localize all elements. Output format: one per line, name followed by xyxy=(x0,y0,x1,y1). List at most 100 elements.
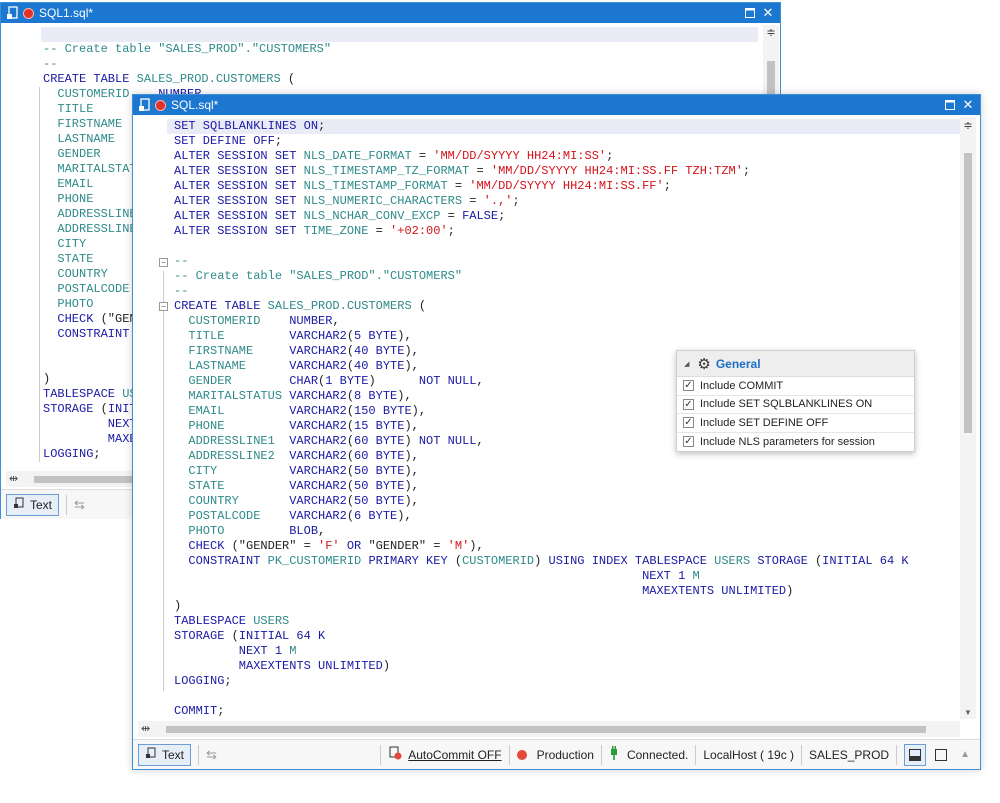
code-line[interactable]: PHOTO BLOB, xyxy=(174,524,954,539)
text-view-label: Text xyxy=(162,747,185,762)
split-icon[interactable]: ≑ xyxy=(963,121,973,132)
checkbox[interactable]: ✓ xyxy=(683,380,694,392)
front-vertical-scrollbar[interactable]: ≑ ▼ xyxy=(960,117,976,719)
code-line[interactable]: ALTER SESSION SET NLS_TIMESTAMP_TZ_FORMA… xyxy=(174,164,954,179)
code-line[interactable]: CUSTOMERID NUMBER, xyxy=(174,314,954,329)
code-line[interactable]: TABLESPACE USERS xyxy=(174,614,954,629)
autocommit-toggle[interactable]: AutoCommit OFF xyxy=(388,746,502,763)
code-token: ( xyxy=(100,402,108,416)
code-line[interactable]: STATE VARCHAR2(50 BYTE), xyxy=(174,479,954,494)
environment-indicator[interactable]: Production xyxy=(516,748,594,762)
code-token: '.,' xyxy=(483,194,513,208)
code-line[interactable]: TITLE VARCHAR2(5 BYTE), xyxy=(174,329,954,344)
fold-toggle-icon[interactable]: − xyxy=(159,258,168,267)
panel-layout-button[interactable] xyxy=(904,743,927,766)
code-token: POSTALCODE xyxy=(43,282,130,296)
code-token: ; xyxy=(93,447,101,461)
window-layout-button[interactable] xyxy=(930,744,952,766)
scroll-thumb[interactable] xyxy=(166,726,926,733)
code-line[interactable]: ALTER SESSION SET TIME_ZONE = '+02:00'; xyxy=(174,224,954,239)
close-icon[interactable]: ✕ xyxy=(960,97,976,113)
code-token: , xyxy=(476,434,484,448)
close-icon[interactable]: ✕ xyxy=(760,5,776,21)
code-line[interactable]: MAXEXTENTS UNLIMITED) xyxy=(174,584,954,599)
code-line[interactable]: NEXT 1 M xyxy=(174,569,954,584)
code-line[interactable]: SET SQLBLANKLINES ON; xyxy=(174,119,954,134)
scroll-thumb[interactable] xyxy=(34,476,134,483)
back-horizontal-scrollbar[interactable]: ⇹ xyxy=(6,471,134,487)
option-include-define-off[interactable]: ✓ Include SET DEFINE OFF xyxy=(677,414,914,433)
code-line[interactable] xyxy=(174,689,954,704)
code-line[interactable]: CONSTRAINT PK_CUSTOMERID PRIMARY KEY (CU… xyxy=(174,554,954,569)
code-line[interactable]: NEXT 1 M xyxy=(174,644,954,659)
checkbox[interactable]: ✓ xyxy=(683,417,694,429)
code-line[interactable]: ) xyxy=(174,599,954,614)
fold-toggle-icon[interactable]: − xyxy=(159,302,168,311)
text-view-button[interactable]: Text xyxy=(6,493,60,516)
code-line[interactable]: CREATE TABLE SALES_PROD.CUSTOMERS ( xyxy=(43,72,758,87)
code-token: MAXEXTENTS UNLIMITED xyxy=(174,659,383,673)
code-line[interactable]: ALTER SESSION SET NLS_TIMESTAMP_FORMAT =… xyxy=(174,179,954,194)
code-token: ( xyxy=(346,434,355,448)
checkbox[interactable]: ✓ xyxy=(683,398,694,410)
code-line[interactable]: POSTALCODE VARCHAR2(6 BYTE), xyxy=(174,509,954,524)
option-include-nls[interactable]: ✓ Include NLS parameters for session xyxy=(677,433,914,452)
front-horizontal-scrollbar[interactable]: ⇹ xyxy=(138,721,960,737)
code-line[interactable]: -- Create table "SALES_PROD"."CUSTOMERS" xyxy=(174,269,954,284)
code-token: 8 BYTE xyxy=(354,389,398,403)
code-line[interactable]: ALTER SESSION SET NLS_NCHAR_CONV_EXCP = … xyxy=(174,209,954,224)
swap-icon[interactable]: ⇆ xyxy=(74,497,85,513)
code-token: '+02:00' xyxy=(390,224,448,238)
code-line[interactable]: -- Create table "SALES_PROD"."CUSTOMERS" xyxy=(43,42,758,57)
code-line[interactable]: CREATE TABLE SALES_PROD.CUSTOMERS ( xyxy=(174,299,954,314)
code-line[interactable]: -- xyxy=(174,284,954,299)
code-line[interactable]: ALTER SESSION SET NLS_NUMERIC_CHARACTERS… xyxy=(174,194,954,209)
code-line[interactable]: ALTER SESSION SET NLS_DATE_FORMAT = 'MM/… xyxy=(174,149,954,164)
collapse-triangle-icon[interactable]: ◢ xyxy=(684,360,689,368)
collapse-up-icon[interactable]: ▲ xyxy=(960,749,970,760)
code-line[interactable]: COMMIT; xyxy=(174,704,954,719)
code-line[interactable]: -- xyxy=(43,57,758,72)
code-line[interactable]: STORAGE (INITIAL 64 K xyxy=(174,629,954,644)
production-dot-icon xyxy=(516,749,527,760)
server-host[interactable]: LocalHost ( 19c ) xyxy=(703,748,794,762)
option-include-commit[interactable]: ✓ Include COMMIT xyxy=(677,377,914,396)
back-window-titlebar[interactable]: SQL1.sql* ✕ xyxy=(1,3,780,23)
code-line[interactable]: CHECK ("GENDER" = 'F' OR "GENDER" = 'M')… xyxy=(174,539,954,554)
swap-icon[interactable]: ⇆ xyxy=(206,747,217,763)
connection-status[interactable]: Connected. xyxy=(609,746,688,763)
code-token: 'MM/DD/SYYYY HH24:MI:SS.FF' xyxy=(469,179,664,193)
split-icon[interactable]: ≑ xyxy=(766,28,776,39)
code-line[interactable]: MAXEXTENTS UNLIMITED) xyxy=(174,659,954,674)
code-line[interactable] xyxy=(174,239,954,254)
code-line[interactable]: LOGGING; xyxy=(174,674,954,689)
front-window-titlebar[interactable]: SQL.sql* ✕ xyxy=(133,95,980,115)
maximize-icon[interactable] xyxy=(942,97,958,113)
code-token: CUSTOMERID xyxy=(174,314,290,328)
split-horizontal-icon[interactable]: ⇹ xyxy=(9,472,18,485)
code-token: ; xyxy=(742,164,751,178)
code-token: CHECK xyxy=(43,312,101,326)
divider xyxy=(896,744,898,765)
schema-name[interactable]: SALES_PROD xyxy=(809,748,889,762)
code-token: OR xyxy=(339,539,369,553)
code-token: ; xyxy=(224,674,232,688)
code-token: TITLE xyxy=(43,102,94,116)
checkbox[interactable]: ✓ xyxy=(683,436,694,448)
code-token: TITLE xyxy=(174,329,290,343)
code-token: TABLESPACE xyxy=(174,614,254,628)
code-line[interactable]: CITY VARCHAR2(50 BYTE), xyxy=(174,464,954,479)
split-horizontal-icon[interactable]: ⇹ xyxy=(141,722,150,735)
scroll-down-icon[interactable]: ▼ xyxy=(964,708,972,717)
code-token: COUNTRY xyxy=(174,494,290,508)
code-line[interactable]: -- xyxy=(174,254,954,269)
code-line[interactable]: COUNTRY VARCHAR2(50 BYTE), xyxy=(174,494,954,509)
option-include-sqlblanklines[interactable]: ✓ Include SET SQLBLANKLINES ON xyxy=(677,396,914,414)
maximize-icon[interactable] xyxy=(742,5,758,21)
code-token: ) xyxy=(382,659,391,673)
text-view-button[interactable]: Text xyxy=(138,743,192,766)
scroll-thumb[interactable] xyxy=(964,153,972,433)
text-view-icon xyxy=(13,497,25,512)
code-token: ALTER SESSION SET xyxy=(174,224,304,238)
code-line[interactable]: SET DEFINE OFF; xyxy=(174,134,954,149)
